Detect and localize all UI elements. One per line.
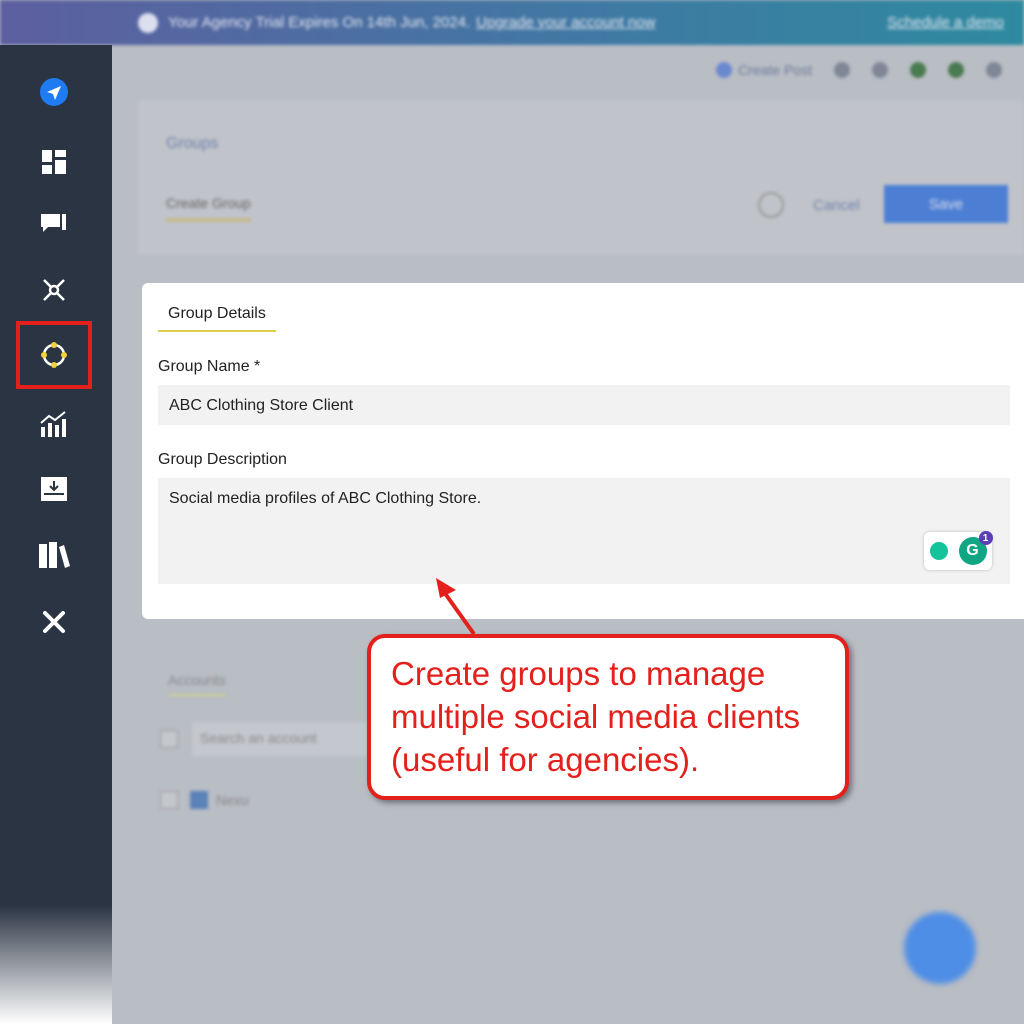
tools-icon[interactable] — [24, 597, 84, 647]
trial-banner: Your Agency Trial Expires On 14th Jun, 2… — [0, 0, 1024, 45]
dashboard-icon[interactable] — [24, 137, 84, 187]
help-icon[interactable] — [834, 62, 850, 78]
library-icon[interactable] — [24, 530, 84, 580]
notification-icon[interactable] — [910, 62, 926, 78]
callout-line: Create groups to manage — [391, 655, 766, 692]
group-description-label: Group Description — [158, 451, 287, 468]
group-name-input[interactable]: ABC Clothing Store Client — [158, 385, 1010, 425]
help-icon[interactable] — [758, 192, 784, 218]
back-to-groups-link[interactable]: Groups — [166, 135, 218, 153]
trial-text: Your Agency Trial Expires On 14th Jun, 2… — [168, 14, 471, 31]
create-post-button[interactable]: Create Post — [738, 62, 812, 78]
tab-accounts[interactable]: Accounts — [168, 672, 226, 696]
cancel-button[interactable]: Cancel — [813, 197, 860, 214]
compose-icon[interactable] — [24, 199, 84, 249]
inbox-icon[interactable] — [24, 464, 84, 514]
select-all-checkbox[interactable] — [160, 730, 178, 748]
page-header: Groups Create Group Cancel Save — [138, 100, 1024, 255]
account-name: Nexu — [216, 792, 249, 808]
group-name-label: Group Name * — [158, 358, 261, 375]
save-button[interactable]: Save — [884, 185, 1008, 223]
apps-icon[interactable] — [872, 62, 888, 78]
grammarly-count-badge: 1 — [978, 531, 993, 545]
info-icon — [138, 12, 158, 33]
sidebar — [0, 45, 112, 1024]
analytics-icon[interactable] — [24, 399, 84, 449]
annotation-callout: Create groups to manage multiple social … — [367, 634, 849, 800]
user-avatar-icon[interactable] — [986, 62, 1002, 78]
groups-icon[interactable] — [16, 321, 92, 389]
chat-button[interactable] — [904, 912, 976, 984]
account-checkbox[interactable] — [160, 791, 178, 809]
group-description-textarea[interactable]: Social media profiles of ABC Clothing St… — [158, 478, 1010, 584]
top-toolbar: Create Post — [112, 45, 1024, 95]
plus-icon — [716, 62, 733, 78]
send-icon[interactable] — [24, 67, 84, 117]
upgrade-link[interactable]: Upgrade your account now — [476, 14, 655, 31]
network-icon[interactable] — [24, 265, 84, 315]
grammarly-icon: G1 — [958, 531, 993, 565]
tab-create-group[interactable]: Create Group — [166, 195, 251, 221]
lightbulb-icon — [929, 542, 948, 560]
tab-group-details[interactable]: Group Details — [158, 305, 276, 332]
schedule-demo-link[interactable]: Schedule a demo — [887, 14, 1004, 31]
callout-line: (useful for agencies). — [391, 741, 700, 778]
group-details-panel: Group Details Group Name * ABC Clothing … — [142, 283, 1024, 619]
grammarly-widget[interactable]: G1 — [924, 531, 993, 570]
linkedin-icon — [190, 791, 208, 809]
callout-line: multiple social media clients — [391, 698, 801, 735]
status-icon[interactable] — [948, 62, 964, 78]
group-description-value: Social media profiles of ABC Clothing St… — [169, 490, 482, 507]
